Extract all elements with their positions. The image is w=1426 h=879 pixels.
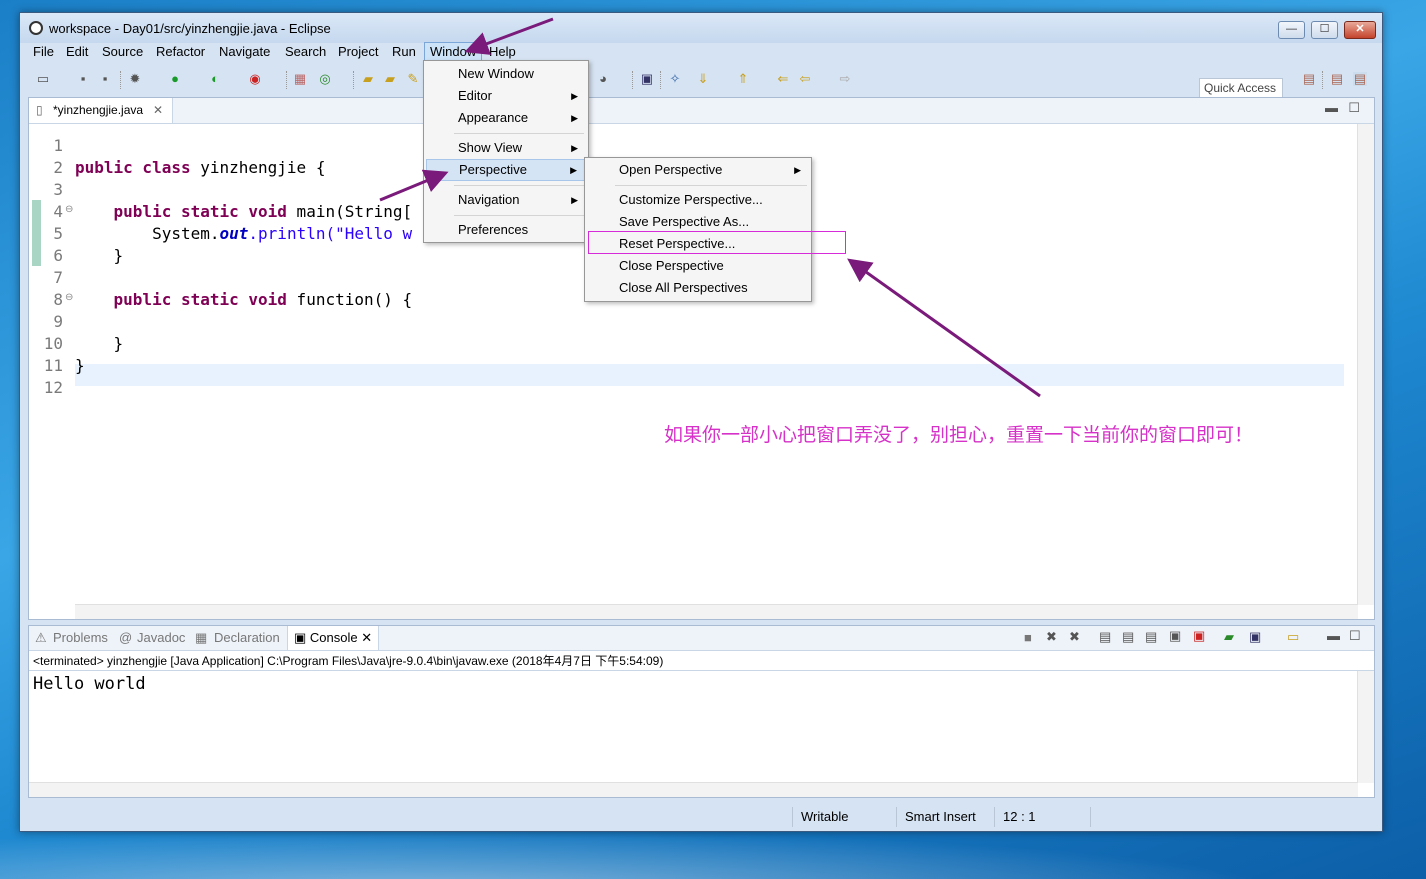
annotation-arrows: [379, 17, 1041, 398]
arrow-to-perspective: [379, 169, 449, 202]
arrow-to-window-menu: [464, 17, 554, 55]
arrow-to-reset-perspective: [847, 258, 1041, 398]
